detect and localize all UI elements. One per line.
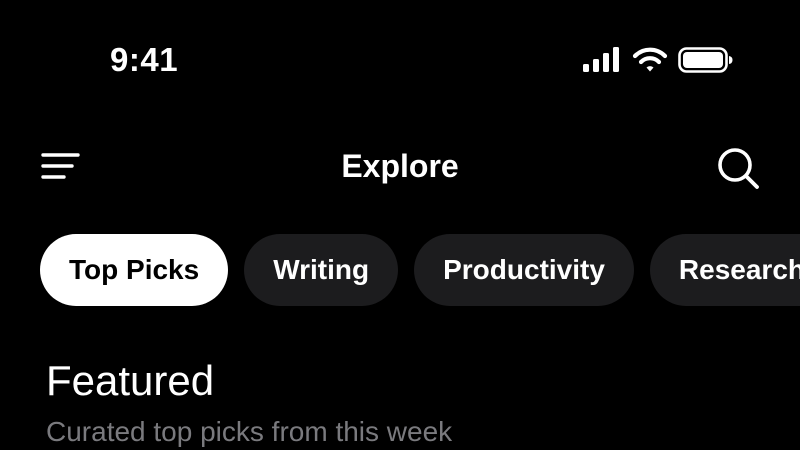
featured-subtitle: Curated top picks from this week	[46, 416, 453, 447]
chip-top-picks[interactable]: Top Picks	[40, 234, 229, 306]
cellular-signal-icon	[583, 47, 619, 72]
chip-writing[interactable]: Writing	[244, 234, 399, 306]
chip-research[interactable]: Research	[649, 234, 800, 306]
page-title: Explore	[341, 148, 459, 184]
status-icons	[582, 44, 734, 76]
featured-title: Featured	[46, 357, 215, 404]
category-chips: Top Picks Writing Productivity Research	[40, 234, 800, 306]
search-icon[interactable]	[712, 142, 764, 194]
wifi-icon	[632, 47, 668, 72]
chip-productivity[interactable]: Productivity	[414, 234, 634, 306]
explore-screen: 9:41 Explore Top Picks Writing Productiv…	[0, 0, 800, 450]
battery-icon	[678, 47, 733, 73]
status-time: 9:41	[110, 41, 179, 78]
